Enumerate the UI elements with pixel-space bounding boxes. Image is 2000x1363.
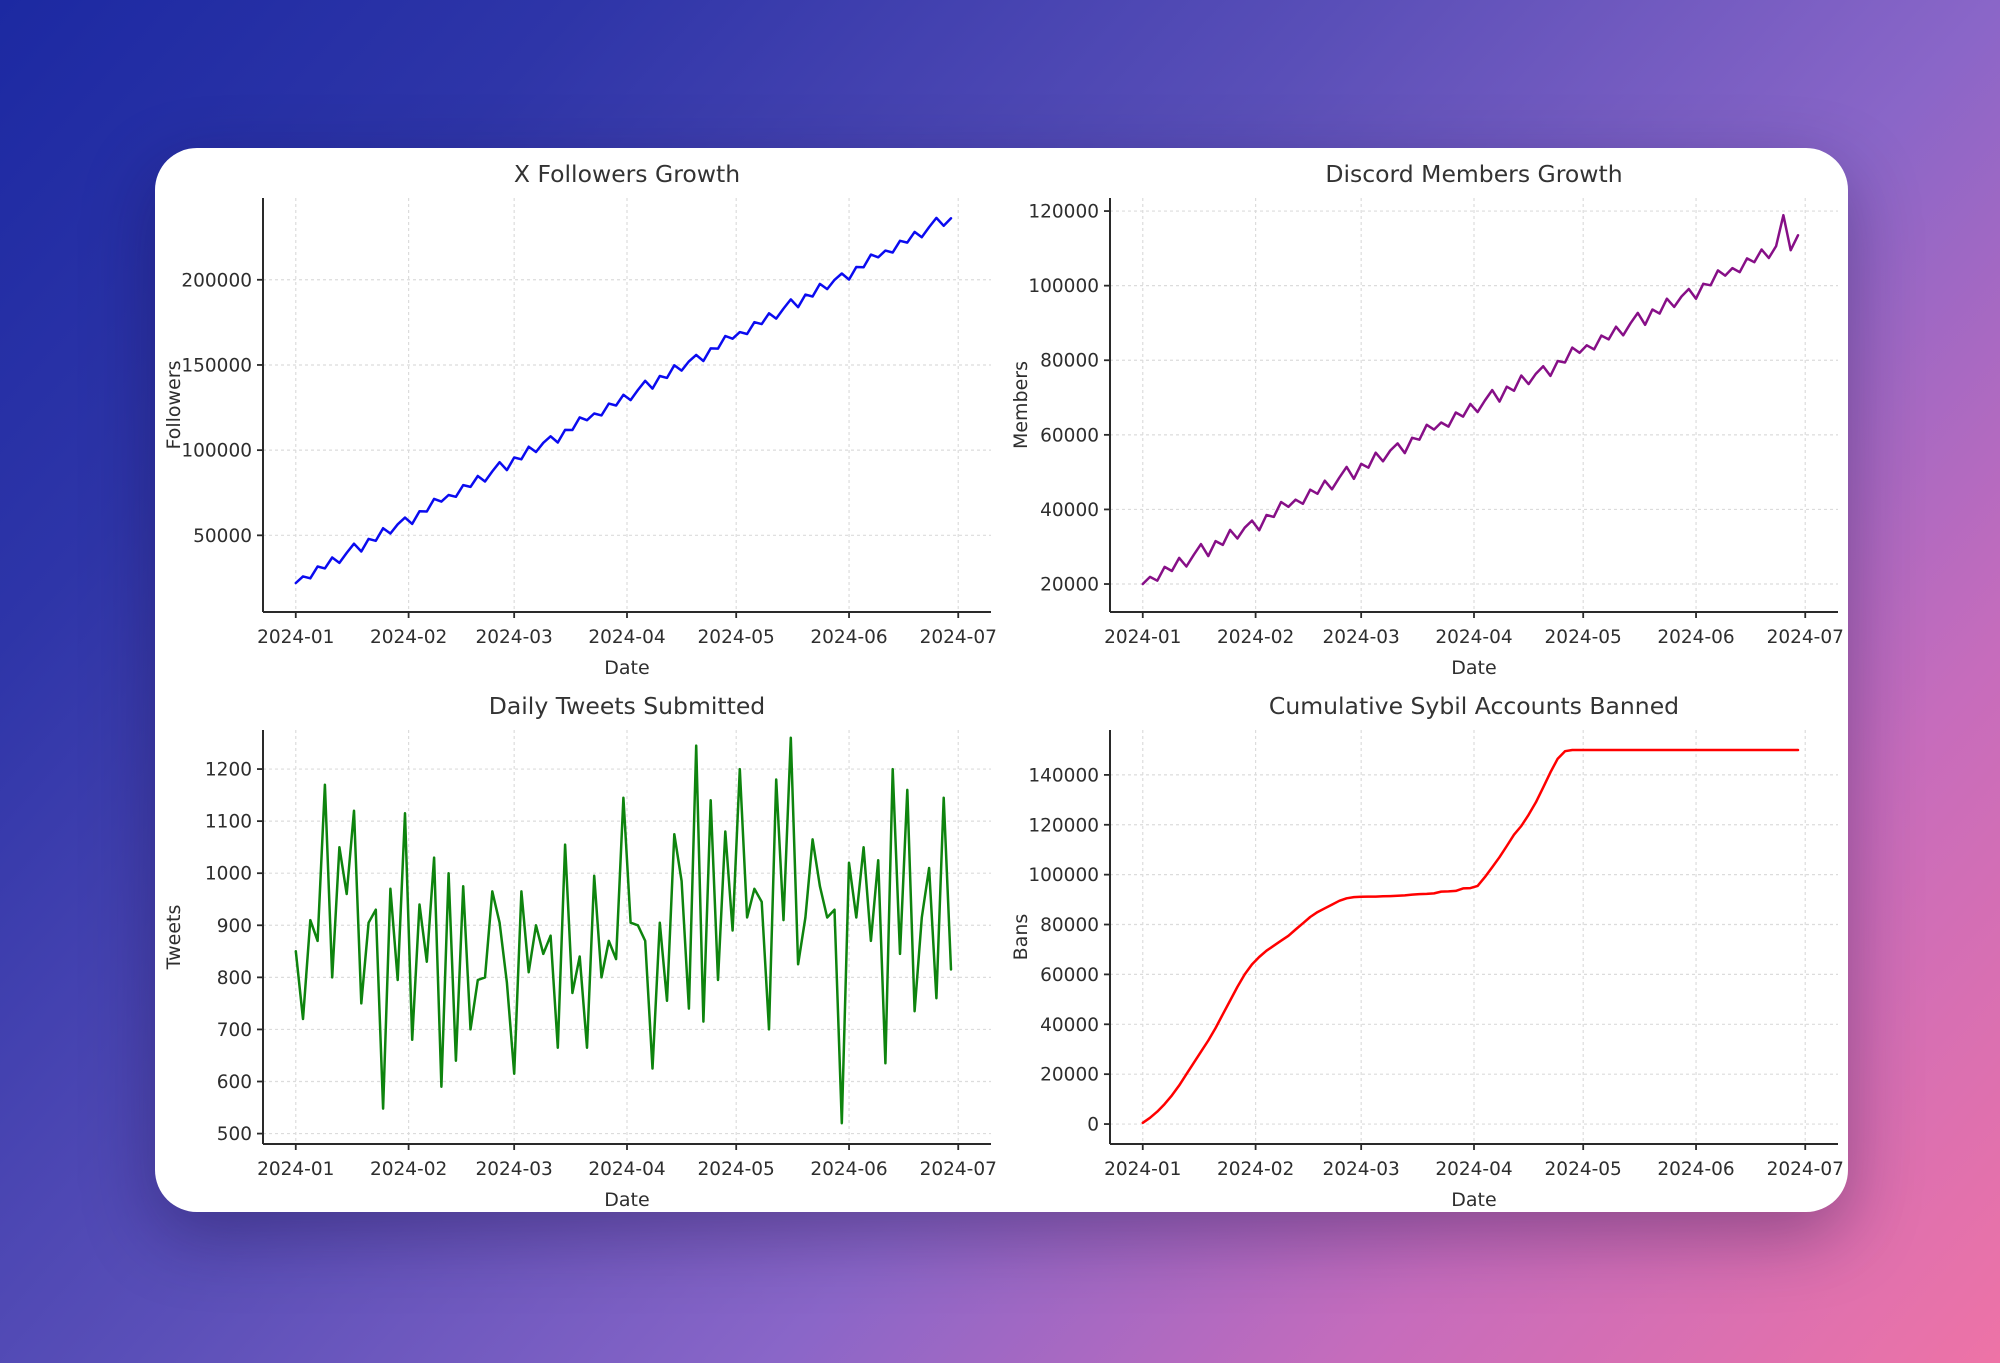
y-tick-label: 80000 — [1040, 915, 1099, 936]
x-axis-label: Date — [1451, 657, 1496, 679]
y-tick-label: 50000 — [193, 526, 252, 547]
x-tick-label: 2024-03 — [476, 627, 553, 648]
y-tick-label: 100000 — [181, 441, 252, 462]
x-axis-label: Date — [604, 1189, 649, 1211]
chart-title: Cumulative Sybil Accounts Banned — [1268, 692, 1678, 720]
y-tick-label: 40000 — [1040, 500, 1099, 521]
x-tick-label: 2024-05 — [698, 627, 775, 648]
y-tick-label: 200000 — [181, 270, 252, 291]
y-tick-label: 20000 — [1040, 1065, 1099, 1086]
chart-title: Discord Members Growth — [1325, 160, 1622, 188]
cumulative-sybil-bans-chart: 0 20000 40000 60000 80000 100000 120000 140000 2… — [1002, 680, 1848, 1212]
x-tick-label: 2024-05 — [698, 1159, 775, 1180]
x-tick-label: 2024-07 — [920, 627, 997, 648]
x-tick-label: 2024-06 — [1657, 627, 1734, 648]
data-line — [296, 218, 951, 583]
y-tick-label: 1100 — [205, 812, 252, 833]
x-tick-label: 2024-01 — [1104, 1159, 1181, 1180]
y-tick-label: 500 — [217, 1124, 252, 1145]
y-tick-label: 60000 — [1040, 965, 1099, 986]
x-tick-label: 2024-03 — [1322, 1159, 1399, 1180]
y-tick-label: 20000 — [1040, 575, 1099, 596]
chart-discord-members-growth: 20000 40000 60000 80000 100000 120000 2024-01 2… — [1002, 148, 1849, 680]
data-line — [296, 738, 951, 1123]
y-axis-label: Tweets — [163, 905, 185, 971]
x-tick-label: 2024-02 — [1216, 1159, 1293, 1180]
y-tick-label: 150000 — [181, 355, 252, 376]
x-tick-label: 2024-01 — [257, 1159, 334, 1180]
y-axis-label: Followers — [163, 361, 185, 450]
x-tick-label: 2024-05 — [1544, 1159, 1621, 1180]
chart-x-followers-growth: 50000 100000 150000 200000 2024-01 2024-02 202… — [155, 148, 1002, 680]
y-tick-label: 100000 — [1028, 865, 1099, 886]
chart-cumulative-sybil-bans: 0 20000 40000 60000 80000 100000 120000 140000 2… — [1002, 680, 1849, 1212]
y-tick-label: 700 — [217, 1020, 252, 1041]
x-tick-label: 2024-01 — [1104, 627, 1181, 648]
x-tick-label: 2024-03 — [476, 1159, 553, 1180]
y-axis-label: Members — [1010, 361, 1032, 449]
y-axis-label: Bans — [1010, 914, 1032, 961]
x-tick-label: 2024-05 — [1544, 627, 1621, 648]
y-tick-label: 0 — [1087, 1115, 1099, 1136]
chart-title: Daily Tweets Submitted — [489, 692, 765, 720]
y-tick-label: 1200 — [205, 760, 252, 781]
x-tick-label: 2024-04 — [588, 627, 665, 648]
x-tick-label: 2024-04 — [1435, 627, 1512, 648]
y-tick-label: 60000 — [1040, 425, 1099, 446]
x-tick-label: 2024-01 — [257, 627, 334, 648]
y-tick-label: 800 — [217, 968, 252, 989]
daily-tweets-submitted-chart: 500 600 700 800 900 1000 1100 1200 2024-01 2024-0… — [155, 680, 1001, 1212]
charts-grid: 500001000001500002000002024-012024-02202… — [155, 148, 1848, 1212]
x-axis-label: Date — [1451, 1189, 1496, 1211]
dashboard-card: 500001000001500002000002024-012024-02202… — [155, 148, 1848, 1212]
y-tick-label: 900 — [217, 916, 252, 937]
x-tick-label: 2024-07 — [920, 1159, 997, 1180]
x-tick-label: 2024-06 — [810, 627, 887, 648]
y-tick-label: 600 — [217, 1072, 252, 1093]
x-tick-label: 2024-03 — [1322, 627, 1399, 648]
y-tick-label: 100000 — [1028, 276, 1099, 297]
y-tick-label: 120000 — [1028, 202, 1099, 223]
x-axis-label: Date — [604, 657, 649, 679]
y-tick-label: 1000 — [205, 864, 252, 885]
discord-members-growth-chart: 20000 40000 60000 80000 100000 120000 2024-01 2… — [1002, 148, 1848, 680]
y-tick-label: 40000 — [1040, 1015, 1099, 1036]
data-line — [1142, 215, 1797, 584]
data-line — [1142, 750, 1797, 1123]
x-tick-label: 2024-06 — [810, 1159, 887, 1180]
y-tick-label: 80000 — [1040, 351, 1099, 372]
chart-daily-tweets-submitted: 500 600 700 800 900 1000 1100 1200 2024-01 2024-0… — [155, 680, 1002, 1212]
y-tick-label: 140000 — [1028, 765, 1099, 786]
x-tick-label: 2024-07 — [1766, 1159, 1843, 1180]
x-tick-label: 2024-04 — [1435, 1159, 1512, 1180]
y-tick-label: 120000 — [1028, 815, 1099, 836]
x-tick-label: 2024-04 — [588, 1159, 665, 1180]
x-followers-growth-chart: 50000 100000 150000 200000 2024-01 2024-02 202… — [155, 148, 1001, 680]
x-tick-label: 2024-06 — [1657, 1159, 1734, 1180]
x-tick-label: 2024-02 — [1216, 627, 1293, 648]
x-tick-label: 2024-02 — [370, 1159, 447, 1180]
x-tick-label: 2024-02 — [370, 627, 447, 648]
x-tick-label: 2024-07 — [1766, 627, 1843, 648]
chart-title: X Followers Growth — [514, 160, 740, 188]
